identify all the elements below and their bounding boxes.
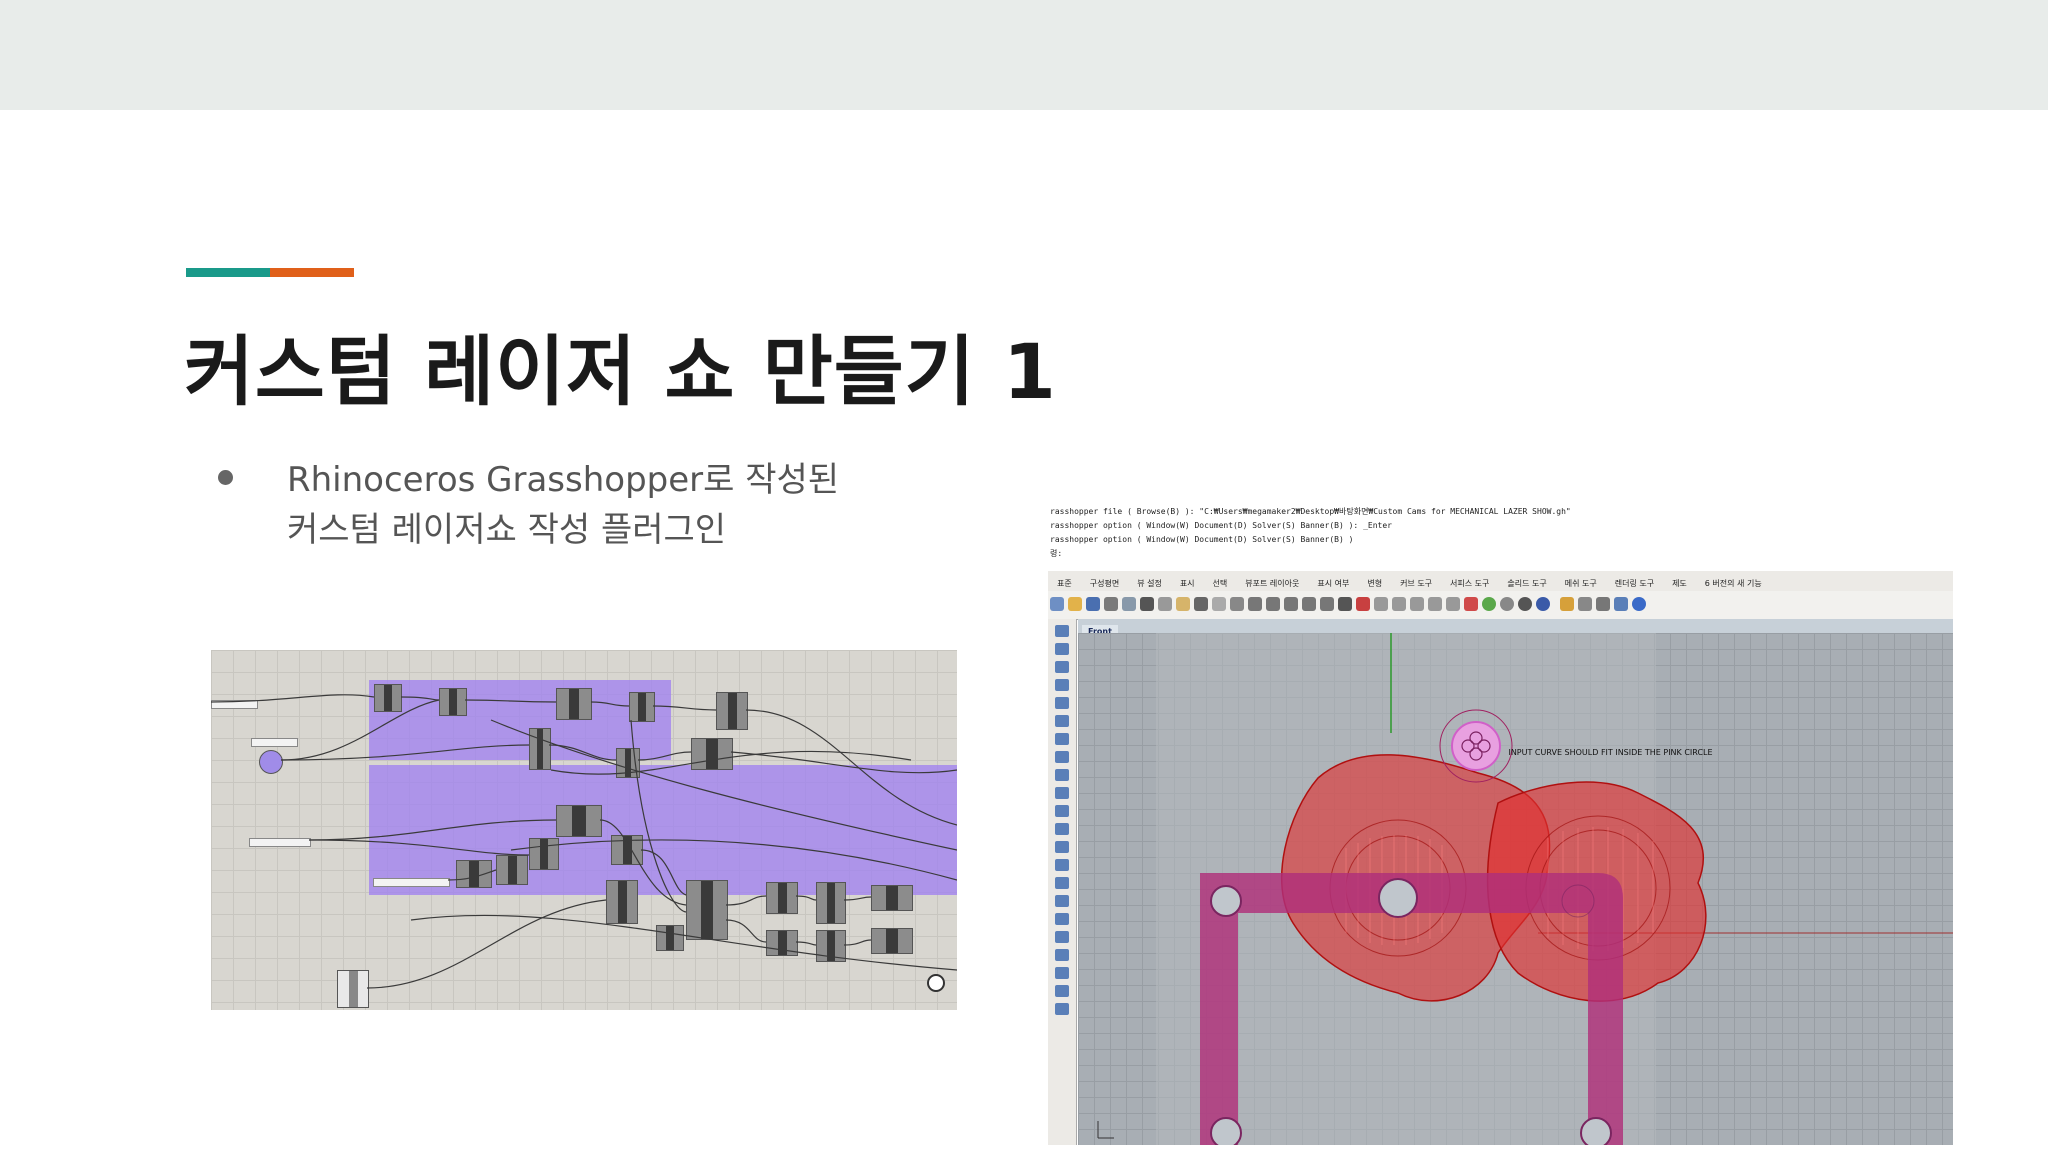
zoom-window-icon[interactable] [1266, 597, 1280, 611]
lasso-icon[interactable] [1392, 597, 1406, 611]
undo-icon[interactable] [1194, 597, 1208, 611]
select-points-icon[interactable] [1055, 625, 1069, 637]
print-icon[interactable] [1104, 597, 1118, 611]
accent-bar-orange [270, 268, 354, 277]
select-icon[interactable] [1374, 597, 1388, 611]
import-icon[interactable] [1122, 597, 1136, 611]
options-icon[interactable] [1578, 597, 1592, 611]
layer-icon[interactable] [1464, 597, 1478, 611]
top-bar [0, 0, 2048, 110]
object-icon[interactable] [1614, 597, 1628, 611]
text-icon[interactable] [1055, 1003, 1069, 1015]
bullet-text: Rhinoceros Grasshopper로 작성된 커스텀 레이저쇼 작성 … [287, 455, 839, 555]
grasshopper-screenshot [211, 650, 957, 1010]
properties-icon[interactable] [1596, 597, 1610, 611]
undo-view-icon[interactable] [1320, 597, 1334, 611]
bullet-line-2: 커스텀 레이저쇼 작성 플러그인 [287, 510, 727, 550]
accent-bar-teal [186, 268, 270, 277]
rhino-sidebar [1048, 619, 1077, 1145]
polyline-icon[interactable] [1055, 679, 1069, 691]
rotate-view-icon[interactable] [1230, 597, 1244, 611]
mesh-icon[interactable] [1055, 859, 1069, 871]
extrude-icon[interactable] [1055, 805, 1069, 817]
join-icon[interactable] [1055, 931, 1069, 943]
move-icon[interactable] [1055, 949, 1069, 961]
lock-icon[interactable] [1446, 597, 1460, 611]
cplane-icon[interactable] [1356, 597, 1370, 611]
four-view-icon[interactable] [1338, 597, 1352, 611]
dimension-icon[interactable] [1055, 985, 1069, 997]
circle-icon[interactable] [1055, 715, 1069, 727]
viewport-note: INPUT CURVE SHOULD FIT INSIDE THE PINK C… [1508, 748, 1713, 757]
zoom-extents-icon[interactable] [1284, 597, 1298, 611]
pan-hand-icon[interactable] [1212, 597, 1226, 611]
help-icon[interactable] [1632, 597, 1646, 611]
bullet-line-1: Rhinoceros Grasshopper로 작성된 [287, 460, 840, 500]
split-icon[interactable] [1055, 913, 1069, 925]
bullet-marker [218, 470, 233, 485]
viewport-tab-bar: Front [1078, 619, 1953, 639]
rhino-toolbar [1048, 591, 1953, 620]
rhino-command-history: rasshopper file ( Browse(B) ): "C:₩Users… [1048, 505, 1953, 570]
save-icon[interactable] [1086, 597, 1100, 611]
open-folder-icon[interactable] [1068, 597, 1082, 611]
arc-icon[interactable] [1055, 733, 1069, 745]
boolean-icon[interactable] [1055, 841, 1069, 853]
new-file-icon[interactable] [1050, 597, 1064, 611]
render-sphere-icon[interactable] [1518, 597, 1532, 611]
copy-icon[interactable] [1158, 597, 1172, 611]
line-icon[interactable] [1055, 661, 1069, 673]
polygon-icon[interactable] [1055, 769, 1069, 781]
material-icon[interactable] [1536, 597, 1550, 611]
rhino-screenshot: rasshopper file ( Browse(B) ): "C:₩Users… [1048, 505, 1953, 1145]
light-icon[interactable] [1428, 597, 1442, 611]
slide-title: 커스텀 레이저 쇼 만들기 1 [184, 327, 1057, 416]
surface-icon[interactable] [1055, 787, 1069, 799]
rhino-viewport[interactable]: INPUT CURVE SHOULD FIT INSIDE THE PINK C… [1078, 633, 1953, 1145]
solid-box-icon[interactable] [1055, 823, 1069, 835]
rhino-toolbar-tabs: 표준 구성평면 뷰 설정 표시 선택 뷰포트 레이아웃 표시 여부 변형 커브 도구 서피스 도구… [1048, 571, 1953, 592]
command-line-3: rasshopper option ( Window(W) Document(D… [1050, 535, 1354, 544]
viewport-geometry [1097, 633, 1953, 1145]
grasshopper-icon[interactable] [1560, 597, 1574, 611]
command-prompt[interactable]: 령: [1048, 547, 1953, 561]
trim-icon[interactable] [1055, 895, 1069, 907]
rectangle-icon[interactable] [1055, 751, 1069, 763]
zoom-icon[interactable] [1248, 597, 1262, 611]
paste-icon[interactable] [1176, 597, 1190, 611]
command-line-1: rasshopper file ( Browse(B) ): "C:₩Users… [1050, 507, 1571, 516]
color-wheel-icon[interactable] [1482, 597, 1496, 611]
cut-icon[interactable] [1140, 597, 1154, 611]
zoom-selected-icon[interactable] [1302, 597, 1316, 611]
grasshopper-wires [211, 694, 957, 992]
point-icon[interactable] [1055, 643, 1069, 655]
fillet-icon[interactable] [1055, 877, 1069, 889]
shade-sphere-icon[interactable] [1500, 597, 1514, 611]
array-icon[interactable] [1055, 967, 1069, 979]
command-line-2: rasshopper option ( Window(W) Document(D… [1050, 521, 1392, 530]
curve-icon[interactable] [1055, 697, 1069, 709]
snap-icon[interactable] [1410, 597, 1424, 611]
